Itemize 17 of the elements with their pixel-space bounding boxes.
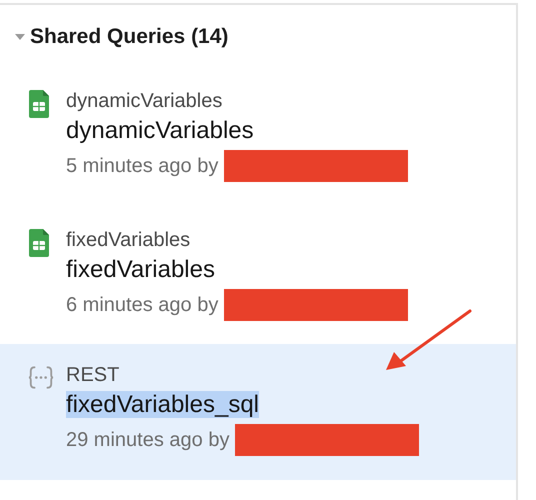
modified-time: 6 minutes ago by bbox=[66, 293, 218, 318]
section-title: Shared Queries (14) bbox=[30, 25, 228, 49]
query-item[interactable]: fixedVariables fixedVariables 6 minutes ago by bbox=[0, 217, 516, 333]
modified-time: 29 minutes ago by bbox=[66, 428, 230, 453]
query-item[interactable]: dynamicVariables dynamicVariables 5 minutes ago by bbox=[0, 78, 516, 194]
query-name: dynamicVariables bbox=[66, 117, 254, 144]
caret-icon[interactable] bbox=[15, 34, 25, 40]
query-name: fixedVariables bbox=[66, 256, 215, 283]
resource-name: dynamicVariables bbox=[66, 89, 224, 114]
modified-time: 5 minutes ago by bbox=[66, 154, 218, 179]
resource-name: REST bbox=[66, 363, 120, 388]
resource-name: fixedVariables bbox=[66, 228, 192, 253]
query-item[interactable]: REST fixedVariables_sql 29 minutes ago by bbox=[0, 344, 516, 480]
spreadsheet-icon bbox=[28, 229, 50, 257]
braces-icon bbox=[28, 366, 54, 389]
spreadsheet-icon bbox=[28, 90, 50, 118]
query-name: fixedVariables_sql bbox=[66, 391, 259, 418]
